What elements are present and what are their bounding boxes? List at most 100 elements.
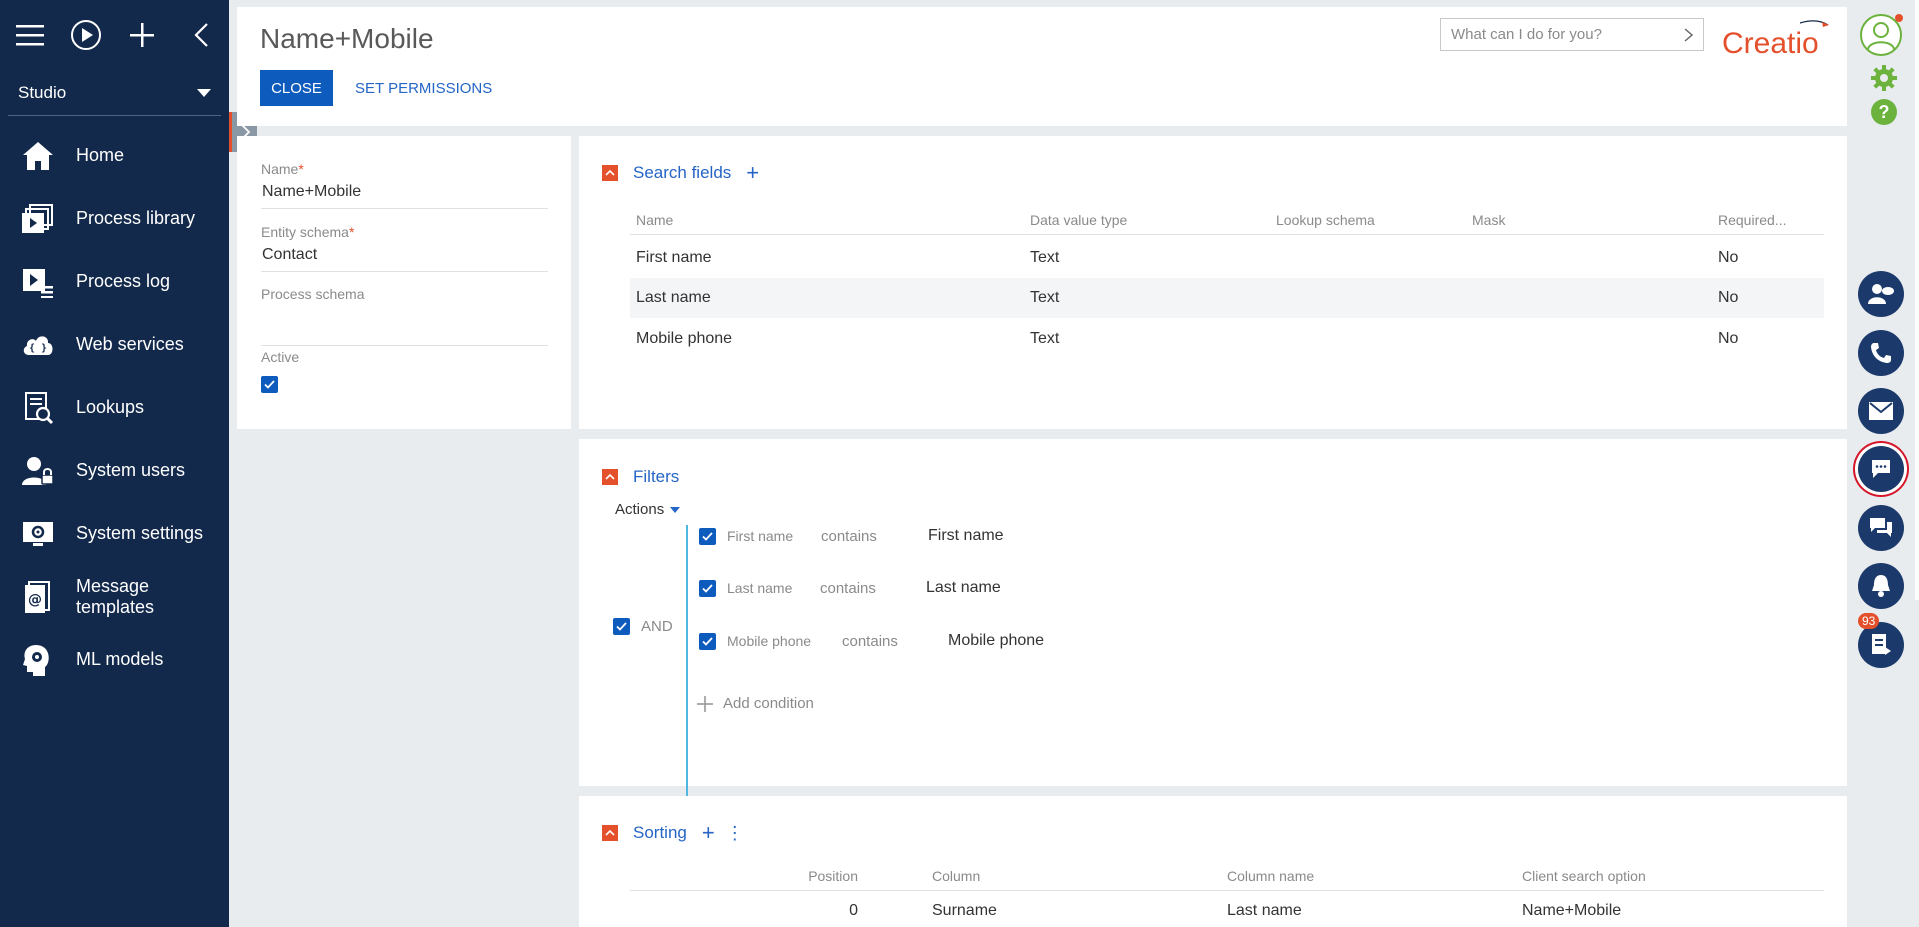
column-header[interactable]: Name bbox=[636, 205, 673, 234]
column-header[interactable]: Mask bbox=[1472, 205, 1505, 234]
column-header[interactable]: Required... bbox=[1718, 205, 1786, 234]
collapse-section-button[interactable] bbox=[602, 469, 618, 485]
sidebar-item-web-services[interactable]: { } Web services bbox=[0, 313, 229, 376]
filter-condition: Last name contains Last name bbox=[699, 579, 1001, 597]
add-condition-button[interactable]: Add condition bbox=[697, 695, 814, 712]
filter-condition-checkbox[interactable] bbox=[699, 527, 716, 545]
filter-value[interactable]: Mobile phone bbox=[948, 632, 1044, 650]
user-profile-button[interactable] bbox=[1858, 13, 1904, 62]
checkmark-icon bbox=[702, 636, 713, 646]
sidebar-item-lookups[interactable]: Lookups bbox=[0, 376, 229, 439]
add-icon[interactable] bbox=[124, 17, 160, 53]
filter-value[interactable]: Last name bbox=[926, 579, 1001, 597]
sidebar-item-ml-models[interactable]: ML models bbox=[0, 628, 229, 691]
entity-schema-label: Entity schema bbox=[261, 224, 349, 240]
settings-gear-button[interactable] bbox=[1870, 64, 1898, 97]
workplace-selector[interactable]: Studio bbox=[8, 70, 221, 116]
close-button[interactable]: CLOSE bbox=[260, 70, 333, 106]
collapse-section-button[interactable] bbox=[602, 825, 618, 841]
sidebar-item-process-library[interactable]: Process library bbox=[0, 187, 229, 250]
sidebar-item-system-users[interactable]: System users bbox=[0, 439, 229, 502]
filter-operator[interactable]: contains bbox=[842, 633, 948, 650]
lookups-icon bbox=[20, 390, 56, 426]
help-icon: ? bbox=[1871, 99, 1897, 125]
column-header[interactable]: Client search option bbox=[1522, 861, 1646, 890]
section-title[interactable]: Sorting bbox=[633, 823, 687, 843]
agent-icon bbox=[1868, 284, 1894, 304]
sidebar-item-process-log[interactable]: Process log bbox=[0, 250, 229, 313]
filter-value[interactable]: First name bbox=[928, 527, 1004, 545]
sorting-grid-header: Position Column Column name Client searc… bbox=[630, 861, 1824, 891]
svg-text:Creatio: Creatio bbox=[1722, 27, 1819, 57]
collapse-section-button[interactable] bbox=[602, 165, 618, 181]
phone-icon bbox=[1871, 343, 1891, 363]
column-header[interactable]: Data value type bbox=[1030, 205, 1127, 234]
feed-icon bbox=[1870, 518, 1892, 537]
process-schema-label: Process schema bbox=[261, 286, 365, 302]
command-search-input[interactable]: What can I do for you? bbox=[1440, 18, 1704, 51]
active-label: Active bbox=[261, 349, 300, 365]
column-header[interactable]: Column bbox=[932, 861, 980, 890]
process-schema-field[interactable]: Process schema bbox=[261, 286, 548, 346]
chevron-up-icon bbox=[605, 170, 615, 176]
process-notifications-button[interactable]: 93 bbox=[1858, 613, 1904, 668]
column-header[interactable]: Column name bbox=[1227, 861, 1314, 890]
column-header[interactable]: Lookup schema bbox=[1276, 205, 1375, 234]
run-process-icon[interactable] bbox=[68, 17, 104, 53]
feed-button[interactable] bbox=[1858, 505, 1904, 551]
name-input[interactable]: Name+Mobile bbox=[261, 183, 548, 209]
checkmark-icon bbox=[264, 380, 275, 389]
section-title[interactable]: Search fields bbox=[633, 163, 731, 183]
email-button[interactable] bbox=[1858, 388, 1904, 434]
filters-actions-menu[interactable]: Actions bbox=[615, 501, 681, 518]
table-row[interactable]: First name Text No bbox=[630, 238, 1824, 278]
checkmark-icon bbox=[616, 622, 627, 631]
filter-column[interactable]: Mobile phone bbox=[727, 633, 842, 649]
table-row[interactable]: 0 Surname Last name Name+Mobile bbox=[630, 892, 1824, 927]
phone-button[interactable] bbox=[1858, 330, 1904, 376]
page-header: Name+Mobile CLOSE SET PERMISSIONS What c… bbox=[237, 7, 1847, 126]
sidebar: Studio Home Process library Process log … bbox=[0, 0, 229, 927]
ml-models-icon bbox=[20, 642, 56, 678]
sidebar-toolbar bbox=[0, 0, 229, 70]
sidebar-item-home[interactable]: Home bbox=[0, 124, 229, 187]
sidebar-item-message-templates[interactable]: @ Message templates bbox=[0, 565, 229, 628]
section-title[interactable]: Filters bbox=[633, 467, 679, 487]
search-fields-card: Search fields + Name Data value type Loo… bbox=[579, 136, 1847, 429]
help-button[interactable]: ? bbox=[1870, 98, 1898, 131]
filter-column[interactable]: Last name bbox=[727, 580, 820, 596]
entity-schema-input[interactable]: Contact bbox=[261, 246, 548, 272]
menu-icon[interactable] bbox=[12, 17, 48, 53]
chevron-left-icon[interactable] bbox=[183, 17, 219, 53]
notifications-button[interactable] bbox=[1858, 563, 1904, 609]
filter-group: AND bbox=[613, 618, 673, 635]
process-schema-input[interactable] bbox=[261, 308, 548, 346]
table-row[interactable]: Last name Text No bbox=[630, 278, 1824, 318]
more-options-icon[interactable]: ⋮ bbox=[726, 824, 744, 842]
table-row[interactable]: Mobile phone Text No bbox=[630, 319, 1824, 359]
contact-center-button[interactable] bbox=[1858, 271, 1904, 317]
add-search-field-button[interactable]: + bbox=[746, 162, 759, 184]
active-checkbox[interactable] bbox=[261, 376, 278, 393]
filter-group-checkbox[interactable] bbox=[613, 618, 630, 635]
add-sorting-button[interactable]: + bbox=[702, 822, 715, 844]
search-placeholder: What can I do for you? bbox=[1451, 26, 1602, 43]
name-field[interactable]: Name* Name+Mobile bbox=[261, 161, 548, 209]
filter-condition-checkbox[interactable] bbox=[699, 632, 716, 650]
sorting-card: Sorting + ⋮ Position Column Column name … bbox=[579, 796, 1847, 927]
filter-operator[interactable]: contains bbox=[820, 580, 926, 597]
chat-button[interactable] bbox=[1858, 446, 1904, 492]
workplace-label: Studio bbox=[18, 82, 67, 102]
entity-schema-field[interactable]: Entity schema* Contact bbox=[261, 224, 548, 272]
column-header[interactable]: Position bbox=[790, 861, 858, 890]
sidebar-item-system-settings[interactable]: System settings bbox=[0, 502, 229, 565]
process-log-icon bbox=[20, 264, 56, 300]
active-field: Active bbox=[261, 349, 548, 393]
page-scrollbar[interactable] bbox=[1915, 0, 1919, 600]
filter-column[interactable]: First name bbox=[727, 528, 821, 544]
message-templates-icon: @ bbox=[20, 579, 56, 615]
filter-operator[interactable]: contains bbox=[821, 528, 928, 545]
filter-condition-checkbox[interactable] bbox=[699, 579, 716, 597]
set-permissions-button[interactable]: SET PERMISSIONS bbox=[355, 70, 492, 106]
filter-group-operator[interactable]: AND bbox=[641, 618, 673, 635]
